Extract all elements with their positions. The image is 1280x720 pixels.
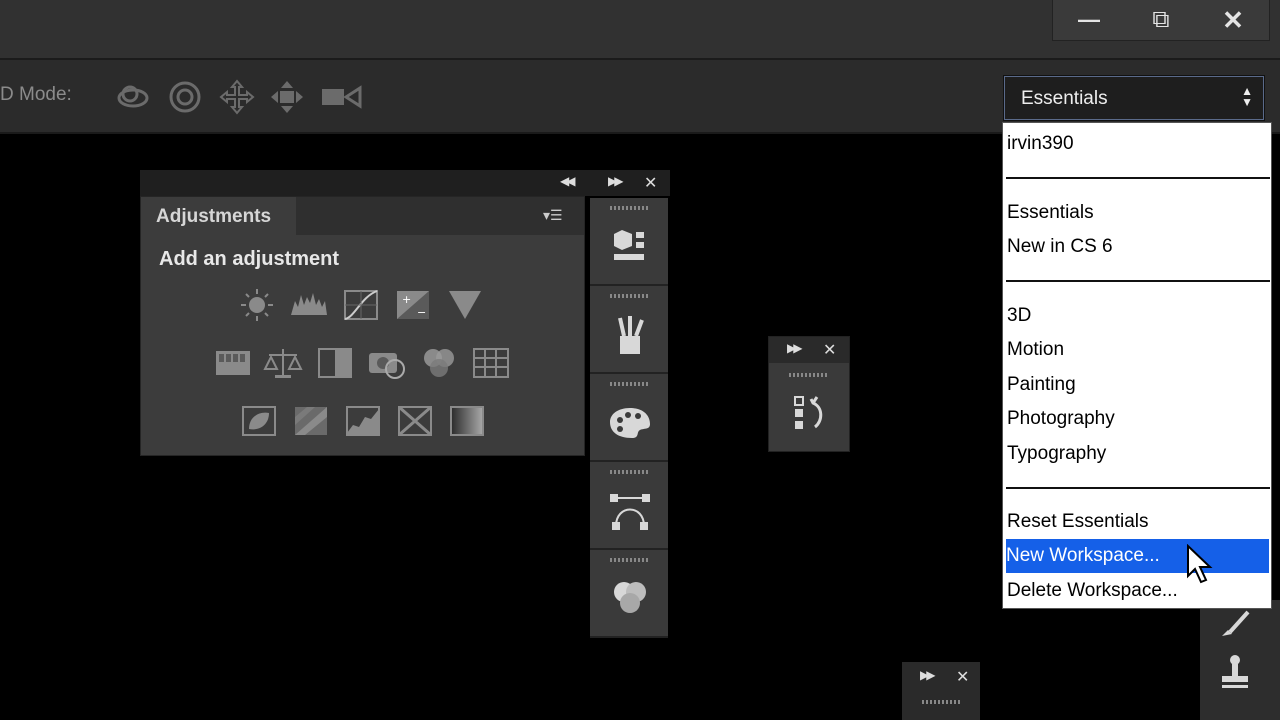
adjustments-panel-header: ◀◀ bbox=[140, 170, 588, 196]
roll-3d-icon[interactable] bbox=[166, 78, 204, 116]
clone-stamp-icon[interactable] bbox=[1218, 654, 1252, 690]
select-arrows-icon: ▲ ▼ bbox=[1241, 85, 1253, 109]
menu-item-essentials[interactable]: Essentials bbox=[1007, 198, 1269, 228]
3d-mode-label: D Mode: bbox=[0, 84, 72, 105]
hue-saturation-icon[interactable] bbox=[213, 345, 253, 381]
drag-3d-icon[interactable] bbox=[218, 78, 256, 116]
expand-history-icon[interactable]: ▶▶ bbox=[787, 341, 803, 355]
grip-handle[interactable] bbox=[610, 470, 648, 474]
svg-text:−: − bbox=[417, 306, 426, 319]
history-panel-header: ▶▶ ✕ bbox=[769, 337, 849, 363]
menu-item-irvin390[interactable]: irvin390 bbox=[1007, 129, 1269, 159]
color-lookup-icon[interactable] bbox=[471, 345, 511, 381]
menu-separator bbox=[1006, 177, 1270, 179]
grip-handle[interactable] bbox=[610, 382, 648, 386]
menu-item-typography[interactable]: Typography bbox=[1007, 439, 1269, 469]
mouse-cursor-icon bbox=[1187, 544, 1213, 584]
posterize-icon[interactable] bbox=[291, 403, 331, 439]
collapsed-panel: ▶▶ ✕ bbox=[902, 662, 980, 720]
menu-item-motion[interactable]: Motion bbox=[1007, 335, 1269, 365]
dock-header: ▶▶ ✕ bbox=[588, 170, 670, 196]
3d-panel-icon bbox=[614, 230, 644, 260]
adjustments-tabstrip: Adjustments ▾☰ bbox=[141, 197, 584, 236]
brightness-contrast-icon[interactable] bbox=[237, 287, 277, 323]
color-balance-icon[interactable] bbox=[263, 345, 303, 381]
grip-handle[interactable] bbox=[922, 700, 960, 704]
dock-button-paths[interactable] bbox=[590, 462, 668, 550]
exposure-icon[interactable]: + − bbox=[393, 287, 433, 323]
channels-icon bbox=[614, 582, 646, 613]
brush-presets-icon bbox=[618, 316, 644, 354]
title-bar: — ⧉ ✕ bbox=[0, 0, 1280, 60]
black-white-icon[interactable] bbox=[315, 345, 355, 381]
add-adjustment-heading: Add an adjustment bbox=[159, 248, 340, 270]
grip-handle[interactable] bbox=[610, 294, 648, 298]
grip-handle[interactable] bbox=[610, 558, 648, 562]
restore-button[interactable]: ⧉ bbox=[1125, 0, 1197, 40]
menu-item-delete-workspace[interactable]: Delete Workspace... bbox=[1007, 576, 1269, 606]
close-window-button[interactable]: ✕ bbox=[1197, 0, 1269, 40]
photo-filter-icon[interactable] bbox=[367, 345, 407, 381]
panel-dock bbox=[590, 198, 668, 638]
menu-item-new-workspace[interactable]: New Workspace... bbox=[1006, 539, 1269, 573]
workspace-select[interactable]: Essentials ▲ ▼ bbox=[1004, 76, 1264, 120]
brush-tool-icon[interactable] bbox=[1218, 608, 1252, 640]
menu-separator bbox=[1006, 487, 1270, 489]
dock-button-brush-presets[interactable] bbox=[590, 286, 668, 374]
threshold-icon[interactable] bbox=[343, 403, 383, 439]
levels-icon[interactable] bbox=[289, 287, 329, 323]
curves-icon[interactable] bbox=[341, 287, 381, 323]
svg-text:+: + bbox=[402, 293, 411, 306]
panel-menu-icon[interactable]: ▾☰ bbox=[543, 207, 577, 227]
grip-handle[interactable] bbox=[610, 206, 648, 210]
rotate-3d-icon[interactable] bbox=[114, 78, 152, 116]
menu-item-painting[interactable]: Painting bbox=[1007, 370, 1269, 400]
dock-button-3d[interactable] bbox=[590, 198, 668, 286]
tools-panel bbox=[1200, 600, 1280, 720]
arrow-down-icon: ▼ bbox=[1241, 95, 1253, 109]
selective-color-icon[interactable] bbox=[395, 403, 435, 439]
close-dock-icon[interactable]: ✕ bbox=[644, 173, 657, 193]
minimize-icon: — bbox=[1078, 7, 1100, 32]
adjustments-tab-label: Adjustments bbox=[156, 206, 272, 227]
menu-item-reset-essentials[interactable]: Reset Essentials bbox=[1007, 507, 1269, 537]
workspace-dropdown: irvin390 Essentials New in CS 6 3D Motio… bbox=[1002, 122, 1272, 609]
channel-mixer-icon[interactable] bbox=[419, 345, 459, 381]
tab-adjustments[interactable]: Adjustments bbox=[141, 197, 296, 236]
history-icon[interactable] bbox=[793, 393, 827, 433]
history-panel: ▶▶ ✕ bbox=[768, 336, 850, 452]
close-icon: ✕ bbox=[1222, 4, 1244, 35]
workspace-selected-label: Essentials bbox=[1021, 88, 1108, 109]
expand-dock-icon[interactable]: ▶▶ bbox=[608, 174, 624, 188]
restore-icon: ⧉ bbox=[1152, 6, 1170, 33]
expand-panel-icon[interactable]: ▶▶ bbox=[920, 668, 936, 682]
dock-button-channels[interactable] bbox=[590, 550, 668, 638]
menu-item-photography[interactable]: Photography bbox=[1007, 404, 1269, 434]
minimize-button[interactable]: — bbox=[1053, 0, 1125, 40]
swatches-icon bbox=[610, 408, 650, 438]
menu-separator bbox=[1006, 280, 1270, 282]
collapse-icon[interactable]: ◀◀ bbox=[560, 174, 576, 188]
menu-item-new-in-cs6[interactable]: New in CS 6 bbox=[1007, 232, 1269, 262]
scale-3d-video-icon[interactable] bbox=[320, 78, 364, 116]
menu-item-3d[interactable]: 3D bbox=[1007, 301, 1269, 331]
dock-button-swatches[interactable] bbox=[590, 374, 668, 462]
invert-icon[interactable] bbox=[239, 403, 279, 439]
gradient-map-icon[interactable] bbox=[447, 403, 487, 439]
grip-handle[interactable] bbox=[789, 373, 827, 377]
slide-3d-icon[interactable] bbox=[268, 78, 306, 116]
adjustments-panel: Adjustments ▾☰ Add an adjustment + − bbox=[140, 196, 585, 456]
close-panel-icon[interactable]: ✕ bbox=[956, 667, 969, 687]
vibrance-icon[interactable] bbox=[445, 287, 485, 323]
close-history-icon[interactable]: ✕ bbox=[823, 340, 836, 360]
window-controls: — ⧉ ✕ bbox=[1052, 0, 1270, 41]
paths-icon bbox=[610, 494, 650, 530]
